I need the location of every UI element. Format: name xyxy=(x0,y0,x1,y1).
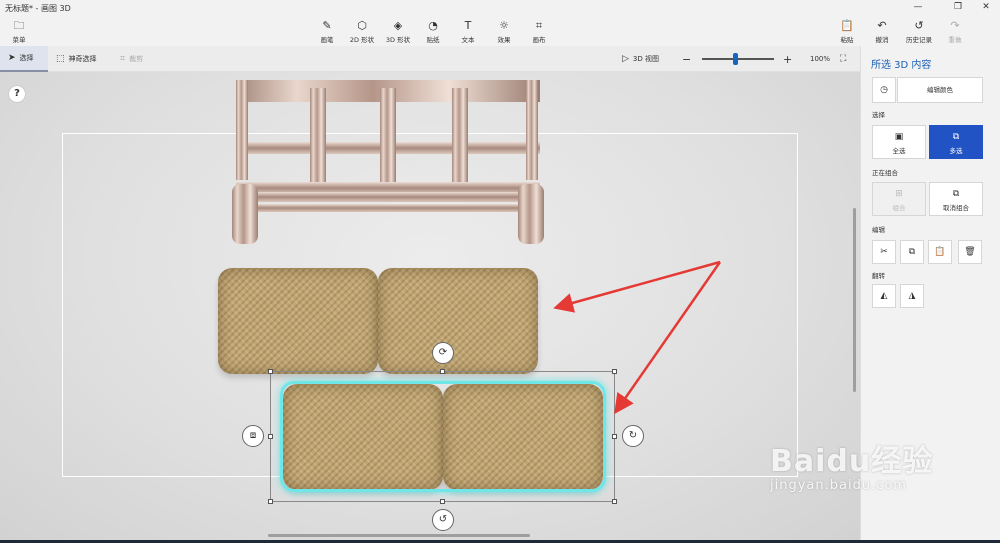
redo-icon: ↷ xyxy=(950,19,960,32)
text-icon: T xyxy=(464,19,472,32)
grouping-section-label: 正在组合 xyxy=(872,169,898,177)
baidu-watermark: Baidu经验 jingyan.baidu.com xyxy=(770,436,933,493)
redo-button[interactable]: ↷ 重做 xyxy=(942,19,968,45)
select-section-label: 选择 xyxy=(872,111,885,119)
select-all-icon: ▣ xyxy=(894,132,904,142)
stickers-tab[interactable]: ◔ 贴纸 xyxy=(419,19,447,45)
zoom-level: 100% xyxy=(810,55,831,63)
fit-view-button[interactable]: ⛶ xyxy=(840,46,854,72)
delete-icon[interactable]: 🗑 xyxy=(958,240,982,264)
folder-icon: 🗀 xyxy=(13,19,25,32)
menu-button[interactable]: 🗀 菜单 xyxy=(6,19,32,45)
shapes-2d-tab[interactable]: ⬡ 2D 形状 xyxy=(346,19,378,45)
multi-select-button[interactable]: ⧉ 多选 xyxy=(929,125,983,159)
view-3d-icon: ▷ xyxy=(622,54,629,64)
effects-tab[interactable]: ☼ 效果 xyxy=(490,19,518,45)
canvas-area[interactable]: ? ⟳ ⧈ ↻ ↺ xyxy=(0,72,860,540)
sun-icon: ☼ xyxy=(499,19,509,32)
text-tab[interactable]: T 文本 xyxy=(454,19,482,45)
paste-icon[interactable]: 📋 xyxy=(928,240,952,264)
close-button[interactable]: ✕ xyxy=(974,2,998,12)
cursor-icon: ➤ xyxy=(8,53,16,63)
zoom-slider-thumb[interactable] xyxy=(733,53,739,65)
tool-options-bar: ➤ 选择 ⬚ 神奇选择 ⌗ 裁剪 ▷ 3D 视图 − + 100% ⛶ xyxy=(0,46,860,72)
zoom-out-button[interactable]: − xyxy=(682,46,692,72)
arrow-to-top-cushions xyxy=(553,260,721,313)
panel-title: 所选 3D 内容 xyxy=(871,60,932,71)
history-color-icon[interactable]: ◷ xyxy=(872,77,896,103)
group-icon: ⊞ xyxy=(895,189,903,199)
select-tool[interactable]: ➤ 选择 xyxy=(0,46,48,72)
edit-section-label: 编辑 xyxy=(872,226,885,234)
view-3d-toggle[interactable]: ▷ 3D 视图 xyxy=(622,46,664,72)
flip-horizontal-icon[interactable]: ◭ xyxy=(872,284,896,308)
annotation-arrows xyxy=(553,260,722,415)
maximize-button[interactable]: ❐ xyxy=(946,2,970,12)
zoom-in-button[interactable]: + xyxy=(783,46,793,72)
select-all-button[interactable]: ▣ 全选 xyxy=(872,125,926,159)
shapes-3d-tab[interactable]: ◈ 3D 形状 xyxy=(382,19,414,45)
undo-icon: ↶ xyxy=(877,19,887,32)
magic-select-icon: ⬚ xyxy=(56,54,65,64)
sticker-icon: ◔ xyxy=(428,19,438,32)
crop-tool[interactable]: ⌗ 裁剪 xyxy=(120,46,154,72)
copy-icon[interactable]: ⧉ xyxy=(900,240,924,264)
watermark-url: jingyan.baidu.com xyxy=(770,478,907,493)
canvas-tab[interactable]: ⌗ 画布 xyxy=(525,19,553,45)
paste-button[interactable]: 📋 粘贴 xyxy=(834,19,860,45)
cube-icon: ◈ xyxy=(393,19,403,32)
watermark-brand: Baidu经验 xyxy=(770,444,934,479)
ungroup-button[interactable]: ⧉ 取消组合 xyxy=(929,182,983,216)
magic-select-tool[interactable]: ⬚ 神奇选择 xyxy=(56,46,106,72)
brush-icon: ✎ xyxy=(322,19,332,32)
group-button[interactable]: ⊞ 组合 xyxy=(872,182,926,216)
shapes-2d-icon: ⬡ xyxy=(357,19,367,32)
ribbon: 🗀 菜单 ✎ 画笔 ⬡ 2D 形状 ◈ 3D 形状 ◔ 贴纸 T 文本 ☼ 效果… xyxy=(0,16,1000,46)
clipboard-icon: 📋 xyxy=(840,19,854,32)
history-button[interactable]: ↺ 历史记录 xyxy=(902,19,936,45)
undo-button[interactable]: ↶ 撤消 xyxy=(869,19,895,45)
brushes-tab[interactable]: ✎ 画笔 xyxy=(313,19,341,45)
title-bar: 无标题* - 画图 3D — ❐ ✕ xyxy=(0,0,1000,16)
minimize-button[interactable]: — xyxy=(906,2,930,12)
multi-select-icon: ⧉ xyxy=(952,132,960,142)
arrow-to-selected-cushions xyxy=(614,261,722,415)
flip-vertical-icon[interactable]: ◮ xyxy=(900,284,924,308)
flip-section-label: 翻转 xyxy=(872,272,885,280)
ungroup-icon: ⧉ xyxy=(952,189,960,199)
history-icon: ↺ xyxy=(914,19,924,32)
edit-color-button[interactable]: 编辑颜色 xyxy=(897,77,983,103)
crop-icon: ⌗ xyxy=(120,54,126,64)
fit-view-icon: ⛶ xyxy=(840,54,847,64)
window-title: 无标题* - 画图 3D xyxy=(5,4,71,13)
cut-icon[interactable]: ✂ xyxy=(872,240,896,264)
canvas-icon: ⌗ xyxy=(535,19,543,32)
